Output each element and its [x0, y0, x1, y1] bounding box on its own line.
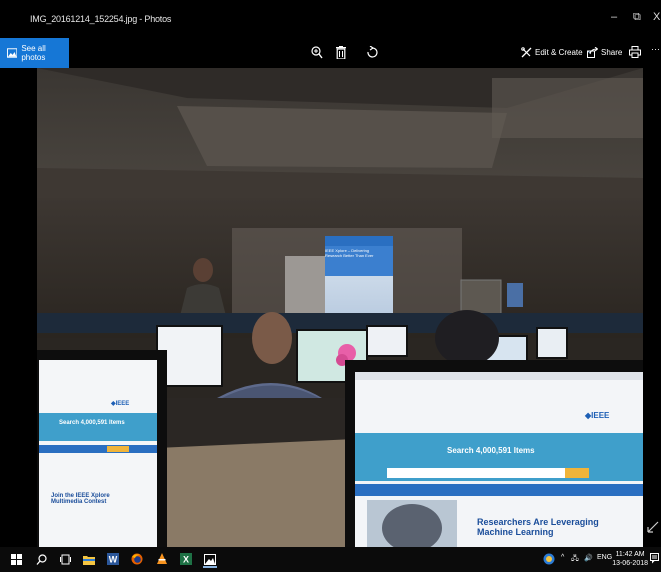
see-all-photos-label: See all photos [21, 44, 46, 62]
help-icon[interactable] [543, 553, 555, 565]
photo-view[interactable]: IEEE Xplore – Delivering Research Better… [37, 68, 643, 547]
word-button[interactable]: W [106, 552, 120, 566]
see-all-photos-button[interactable]: See all photos [0, 38, 69, 68]
presenter [193, 258, 213, 282]
search-banner: Search 4,000,591 Items [447, 446, 535, 455]
print-button[interactable] [627, 44, 643, 60]
left-search-banner: Search 4,000,591 Items [59, 420, 125, 426]
share-label: Share [601, 48, 623, 57]
maximize-button[interactable]: ⧉ [633, 11, 641, 23]
rotate-icon [367, 45, 378, 58]
excel-button[interactable]: X [179, 552, 193, 566]
svg-text:X: X [183, 555, 189, 565]
expand-icon[interactable] [647, 521, 659, 533]
window-title: IMG_20161214_152254.jpg - Photos [30, 14, 172, 24]
edit-create-label: Edit & Create [535, 48, 583, 57]
zoom-icon [311, 45, 323, 58]
slide-title: IEEE Xplore – Delivering Research Better… [325, 248, 374, 258]
clock-time: 11:42 AM [615, 551, 645, 558]
windows-start-button[interactable] [9, 552, 23, 566]
task-view-icon [59, 554, 71, 564]
language-indicator[interactable]: ENG [597, 554, 612, 561]
seated-person-center [252, 312, 292, 364]
delete-icon [336, 45, 346, 59]
network-icon[interactable]: 🖧 [571, 554, 579, 565]
print-icon [629, 46, 641, 58]
svg-text:W: W [109, 555, 118, 565]
rotate-button[interactable] [364, 44, 380, 60]
minimize-button[interactable]: – [611, 11, 617, 23]
firefox-button[interactable] [130, 552, 144, 566]
vlc-icon [157, 553, 167, 564]
edit-create-icon [521, 47, 532, 58]
seated-person-right [435, 310, 499, 366]
taskbar: W X ^ 🖧 🔊 ENG 11:42 AM 13-06-2018 [0, 547, 661, 572]
word-icon: W [107, 553, 119, 565]
vlc-button[interactable] [155, 552, 169, 566]
search-button[interactable] [34, 552, 48, 566]
photos-button[interactable] [203, 552, 217, 568]
edit-create-button[interactable]: Edit & Create ⌄ [521, 45, 593, 58]
more-icon[interactable]: ··· [651, 44, 660, 54]
firefox-icon [131, 553, 143, 565]
notice-board [460, 279, 502, 315]
clock[interactable]: 11:42 AM 13-06-2018 [612, 550, 648, 568]
classroom-photo [37, 68, 643, 547]
image-icon [7, 48, 18, 58]
ieee-logo: ◆IEEE [585, 411, 610, 420]
research-text: Researchers Are Leveraging Machine Learn… [477, 517, 599, 537]
task-view-button[interactable] [58, 552, 72, 566]
notification-icon[interactable] [650, 553, 659, 564]
share-button[interactable]: Share [587, 47, 622, 58]
close-button[interactable]: X [653, 11, 660, 23]
left-ieee-logo: ◆IEEE [111, 401, 130, 407]
volume-icon[interactable]: 🔊 [584, 554, 593, 562]
left-promo-text: Join the IEEE Xplore Multimedia Contest [51, 493, 110, 505]
tray-chevron-icon[interactable]: ^ [561, 554, 564, 561]
file-explorer-icon [83, 555, 95, 565]
clock-date: 13-06-2018 [612, 560, 648, 567]
share-icon [587, 47, 598, 58]
zoom-button[interactable] [309, 44, 325, 60]
delete-button[interactable] [333, 44, 349, 60]
search-icon [36, 553, 47, 565]
toolbar: See all photos Edit & Create ⌄ Share ··· [0, 38, 661, 68]
file-explorer-button[interactable] [82, 552, 96, 566]
excel-icon: X [180, 553, 192, 565]
title-bar: IMG_20161214_152254.jpg - Photos – ⧉ X [0, 0, 661, 38]
photos-icon [204, 553, 216, 565]
windows-start-icon [10, 553, 22, 565]
